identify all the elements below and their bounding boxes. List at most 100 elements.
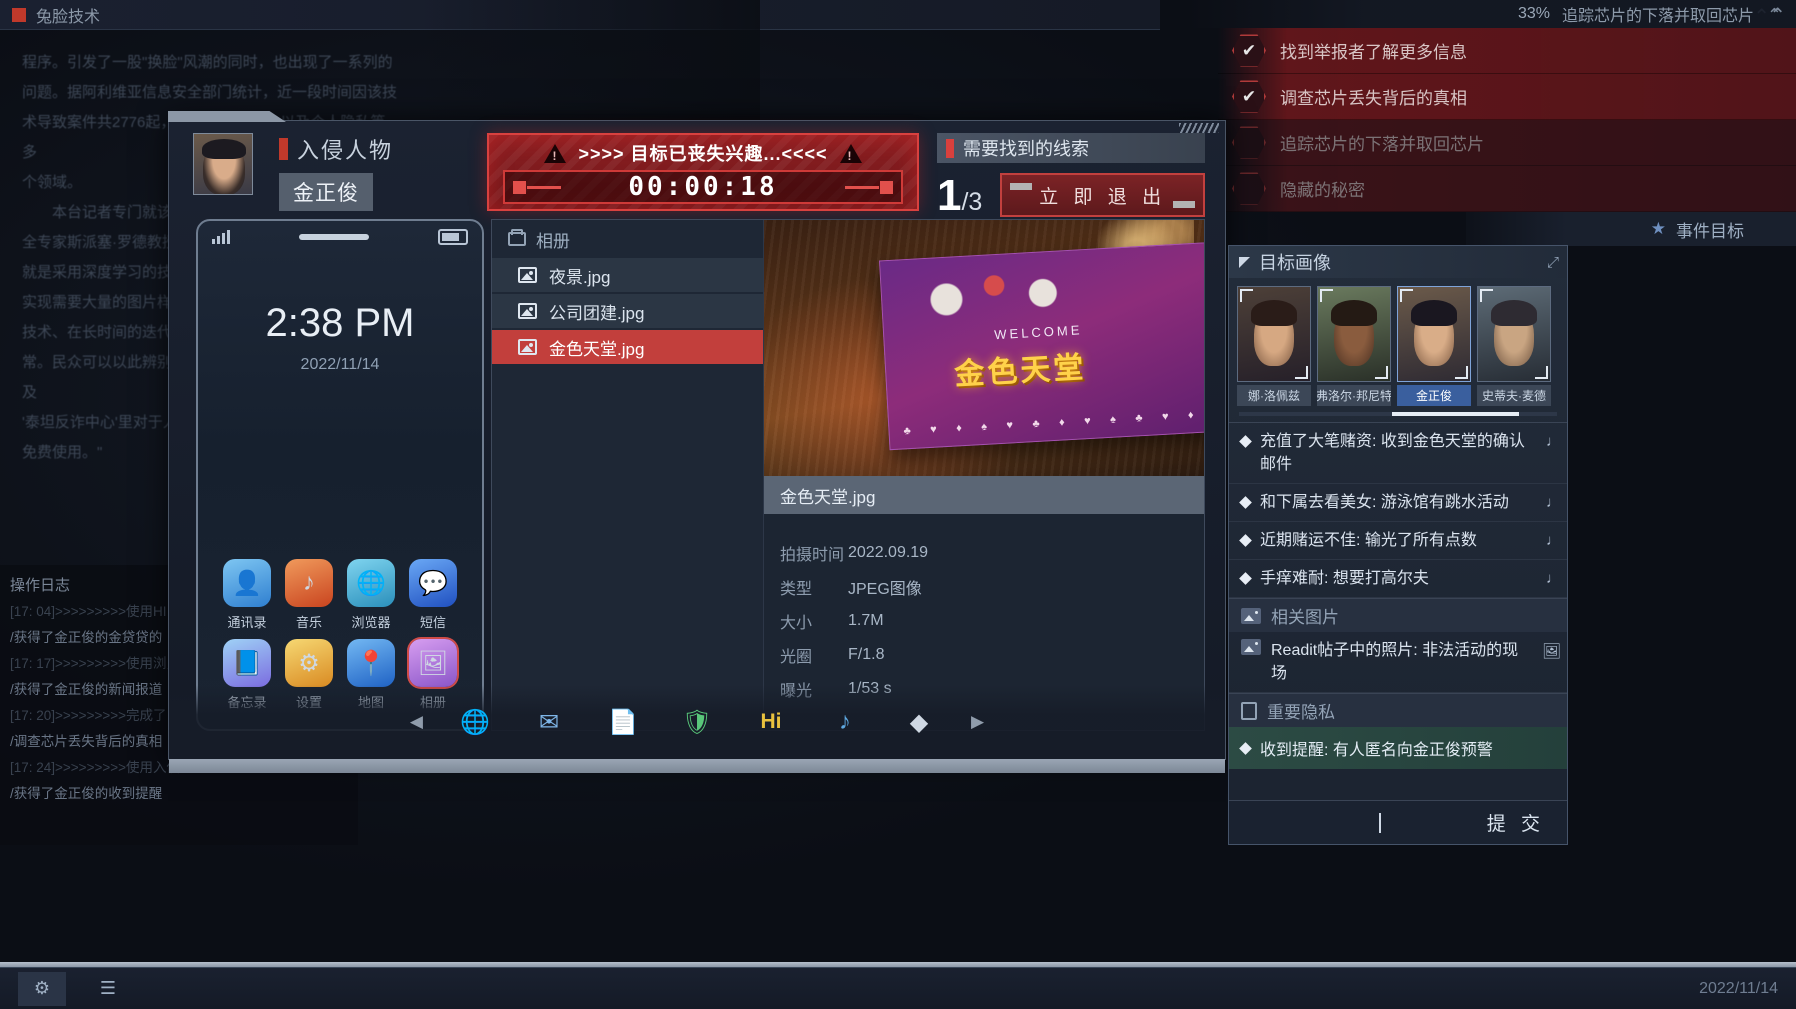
event-goal-header[interactable]: ★ 事件目标: [1466, 212, 1796, 246]
portrait-card[interactable]: 弗洛尔·邦尼特: [1317, 286, 1391, 406]
corner-triangle-icon: [1239, 256, 1250, 268]
target-identity: 入侵人物 金正俊: [279, 133, 393, 219]
clue-item[interactable]: 手痒难耐: 想要打高尔夫 ♩: [1229, 560, 1567, 598]
metadata-row: 光圈 F/1.8: [780, 638, 1204, 672]
status-date-text: 2022/11/14: [1699, 979, 1778, 997]
list-icon[interactable]: ☰: [84, 972, 132, 1006]
portrait-card[interactable]: 史蒂夫·麦德: [1477, 286, 1551, 406]
event-goal-label: 事件目标: [1676, 221, 1744, 241]
objective-label: 隐藏的秘密: [1280, 181, 1365, 200]
clue-total-count: /3: [961, 188, 983, 216]
album-file-item[interactable]: 公司团建.jpg: [492, 294, 763, 328]
image-file-icon: [518, 339, 537, 355]
objective-row[interactable]: ✔ 调查芯片丢失背后的真相: [1218, 74, 1796, 120]
portrait-name: 金正俊: [1397, 385, 1471, 406]
clue-marker-icon: [946, 138, 954, 158]
messages-icon: 💬: [409, 559, 457, 607]
battery-icon: [438, 229, 468, 245]
album-folder-label: 相册: [536, 231, 570, 251]
clue-list: 充值了大笔赌资: 收到金色天堂的确认邮件 ♩ 和下属去看美女: 游泳馆有跳水活动…: [1229, 422, 1567, 598]
photo-metadata: 拍摄时间 2022.09.19 类型 JPEG图像 大小 1.7M 光圈 F/1…: [764, 514, 1204, 706]
related-image-item[interactable]: Readit帖子中的照片: 非法活动的现场 🖼: [1229, 632, 1567, 693]
clue-counter-panel: 需要找到的线索 1/3 立 即 退 出: [937, 133, 1205, 218]
target-name: 金正俊: [279, 173, 373, 211]
note-icon[interactable]: ♩: [1546, 570, 1561, 587]
document-app-icon[interactable]: 📄: [601, 700, 645, 744]
browser-icon: 🌐: [347, 559, 395, 607]
objective-row[interactable]: 追踪芯片的下落并取回芯片: [1218, 120, 1796, 166]
phone-app-label: 音乐: [295, 615, 322, 630]
picture-icon[interactable]: 🖼: [1542, 642, 1561, 660]
investigation-panel: 目标画像 ⤢ 娜·洛佩兹 弗洛尔·邦尼特 金正俊 史蒂夫·麦德 充值了大笔赌资:…: [1228, 245, 1568, 845]
metadata-key: 大小: [780, 615, 813, 632]
photo-preview[interactable]: WELCOME 金色天堂 ♣♥♦♠♥♣♦ ♥♠♣♥♦♠♥: [764, 220, 1204, 476]
album-file-item[interactable]: 夜景.jpg: [492, 258, 763, 292]
note-icon[interactable]: ♩: [1546, 494, 1561, 511]
album-file-item-selected[interactable]: 金色天堂.jpg: [492, 330, 763, 364]
social-app-icon[interactable]: ◆: [897, 700, 941, 744]
event-goal-collapse-icon[interactable]: ⌃: [1767, 5, 1782, 26]
phone-app-browser[interactable]: 🌐 浏览器: [340, 559, 402, 631]
metadata-key: 类型: [780, 581, 813, 598]
album-detail-pane: WELCOME 金色天堂 ♣♥♦♠♥♣♦ ♥♠♣♥♦♠♥ 金色天堂.jpg 拍摄…: [764, 220, 1204, 730]
objective-row[interactable]: ✔ 找到举报者了解更多信息: [1218, 28, 1796, 74]
objective-label: 调查芯片丢失背后的真相: [1280, 89, 1467, 108]
hack-window: 入侵人物 金正俊 >>>> 目标已丧失兴趣...<<<< 00:00:18 需要…: [168, 120, 1226, 773]
window-grip-icon[interactable]: [1179, 123, 1219, 133]
objective-list: ✔ 找到举报者了解更多信息 ✔ 调查芯片丢失背后的真相 追踪芯片的下落并取回芯片…: [1218, 28, 1796, 212]
album-file-name: 夜景.jpg: [549, 267, 611, 287]
metadata-value: 2022.09.19: [848, 544, 929, 561]
status-bar: ⚙ ☰ 2022/11/14: [0, 967, 1796, 1009]
note-icon[interactable]: ♩: [1546, 433, 1561, 450]
privacy-header: 重要隐私: [1229, 693, 1567, 727]
portrait-scrollbar[interactable]: [1239, 412, 1557, 416]
phone-app-label: 浏览器: [351, 615, 391, 630]
app-dock: ◀ 🌐 ✉ 📄 🛡 Hi ♪ ◆ ▶: [169, 685, 1225, 759]
lock-icon: [1241, 701, 1257, 720]
clue-item[interactable]: 近期赌运不佳: 输光了所有点数 ♩: [1229, 522, 1567, 560]
submit-button[interactable]: 提 交: [1487, 809, 1545, 836]
objective-row[interactable]: 隐藏的秘密: [1218, 166, 1796, 212]
expand-icon[interactable]: ⤢: [1547, 254, 1559, 271]
note-icon[interactable]: ♩: [1546, 532, 1561, 549]
timer-tick-right-icon: [844, 180, 893, 194]
warning-triangle-icon: [544, 143, 567, 163]
metadata-row: 拍摄时间 2022.09.19: [780, 536, 1204, 570]
chevron-right-icon[interactable]: ▶: [971, 712, 984, 732]
privacy-text: 收到提醒: 有人匿名向金正俊预警: [1260, 742, 1493, 759]
clue-text: 手痒难耐: 想要打高尔夫: [1260, 570, 1429, 587]
photo-title: 金色天堂.jpg: [764, 476, 1204, 514]
phone-app-messages[interactable]: 💬 短信: [402, 559, 464, 631]
text-caret: [1379, 812, 1381, 833]
album-file-list: 相册 夜景.jpg 公司团建.jpg 金色天堂.jpg: [492, 220, 764, 730]
gear-icon[interactable]: ⚙: [18, 971, 66, 1006]
portrait-card[interactable]: 娜·洛佩兹: [1237, 286, 1311, 406]
portrait-name: 史蒂夫·麦德: [1477, 385, 1551, 406]
flyer-title-text: 金色天堂: [953, 351, 1088, 392]
phone-notch: [299, 234, 369, 240]
album-file-name: 公司团建.jpg: [549, 303, 645, 323]
exit-button[interactable]: 立 即 退 出: [1000, 173, 1205, 217]
diamond-bullet-icon: [1239, 435, 1252, 448]
privacy-item[interactable]: 收到提醒: 有人匿名向金正俊预警: [1229, 727, 1567, 769]
objective-label: 追踪芯片的下落并取回芯片: [1280, 135, 1484, 154]
music-app-icon[interactable]: ♪: [823, 700, 867, 744]
clue-panel-title: 需要找到的线索: [963, 139, 1089, 159]
chevron-left-icon[interactable]: ◀: [410, 712, 423, 732]
phone-app-music[interactable]: ♪ 音乐: [278, 559, 340, 631]
mail-app-icon[interactable]: ✉: [527, 700, 571, 744]
metadata-value: 1.7M: [848, 612, 884, 629]
alarm-timer: 00:00:18: [503, 170, 903, 204]
picture-icon: [1241, 607, 1261, 624]
warning-triangle-icon: [839, 143, 862, 163]
hi-app-icon[interactable]: Hi: [749, 700, 793, 744]
metadata-key: 光圈: [780, 649, 813, 666]
phone-app-contacts[interactable]: 👤 通讯录: [216, 559, 278, 631]
clue-item[interactable]: 和下属去看美女: 游泳馆有跳水活动 ♩: [1229, 484, 1567, 522]
globe-app-icon[interactable]: 🌐: [453, 700, 497, 744]
alarm-banner: >>>> 目标已丧失兴趣...<<<< 00:00:18: [487, 133, 919, 211]
alarm-message: >>>> 目标已丧失兴趣...<<<<: [578, 144, 828, 164]
clue-item[interactable]: 充值了大笔赌资: 收到金色天堂的确认邮件 ♩: [1229, 423, 1567, 484]
shield-app-icon[interactable]: 🛡: [675, 700, 719, 744]
portrait-card-selected[interactable]: 金正俊: [1397, 286, 1471, 406]
